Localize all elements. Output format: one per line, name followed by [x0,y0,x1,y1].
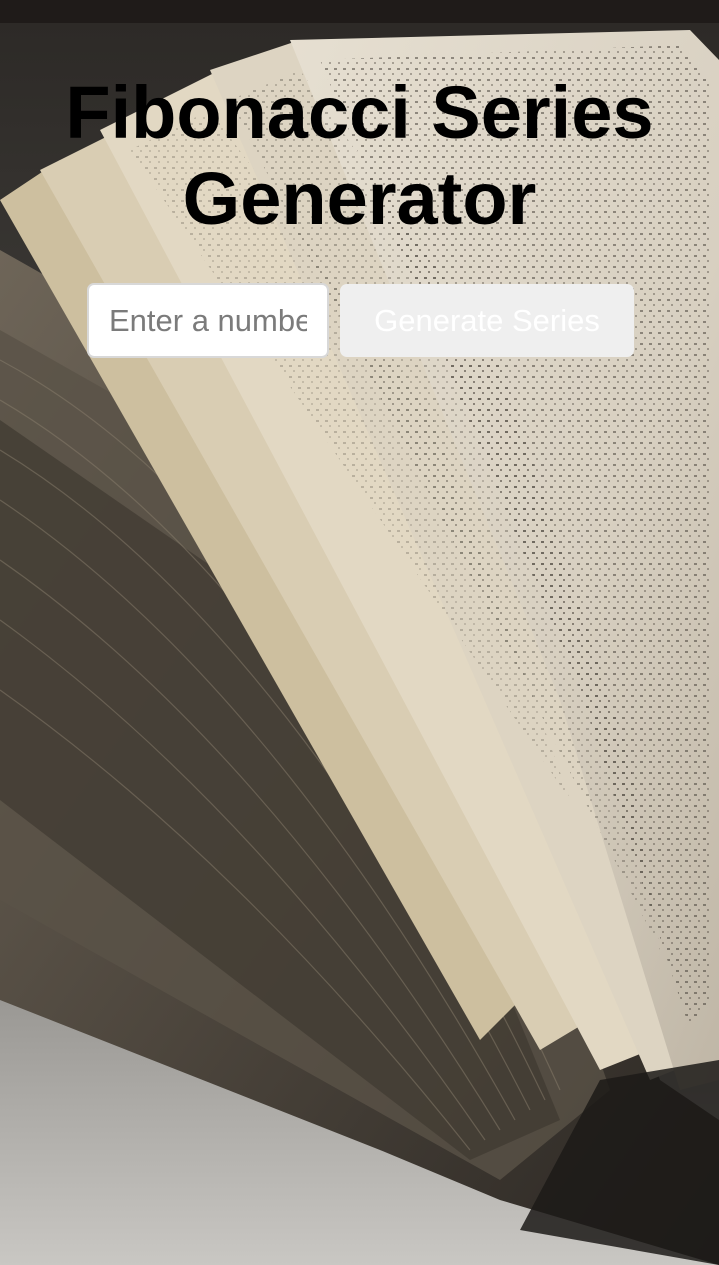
app-screen: Fibonacci Series Generator Generate Seri… [0,0,719,1265]
page-title: Fibonacci Series Generator [65,71,654,240]
number-input[interactable] [87,283,329,358]
status-bar [0,0,719,23]
generate-series-button[interactable]: Generate Series [340,284,634,357]
